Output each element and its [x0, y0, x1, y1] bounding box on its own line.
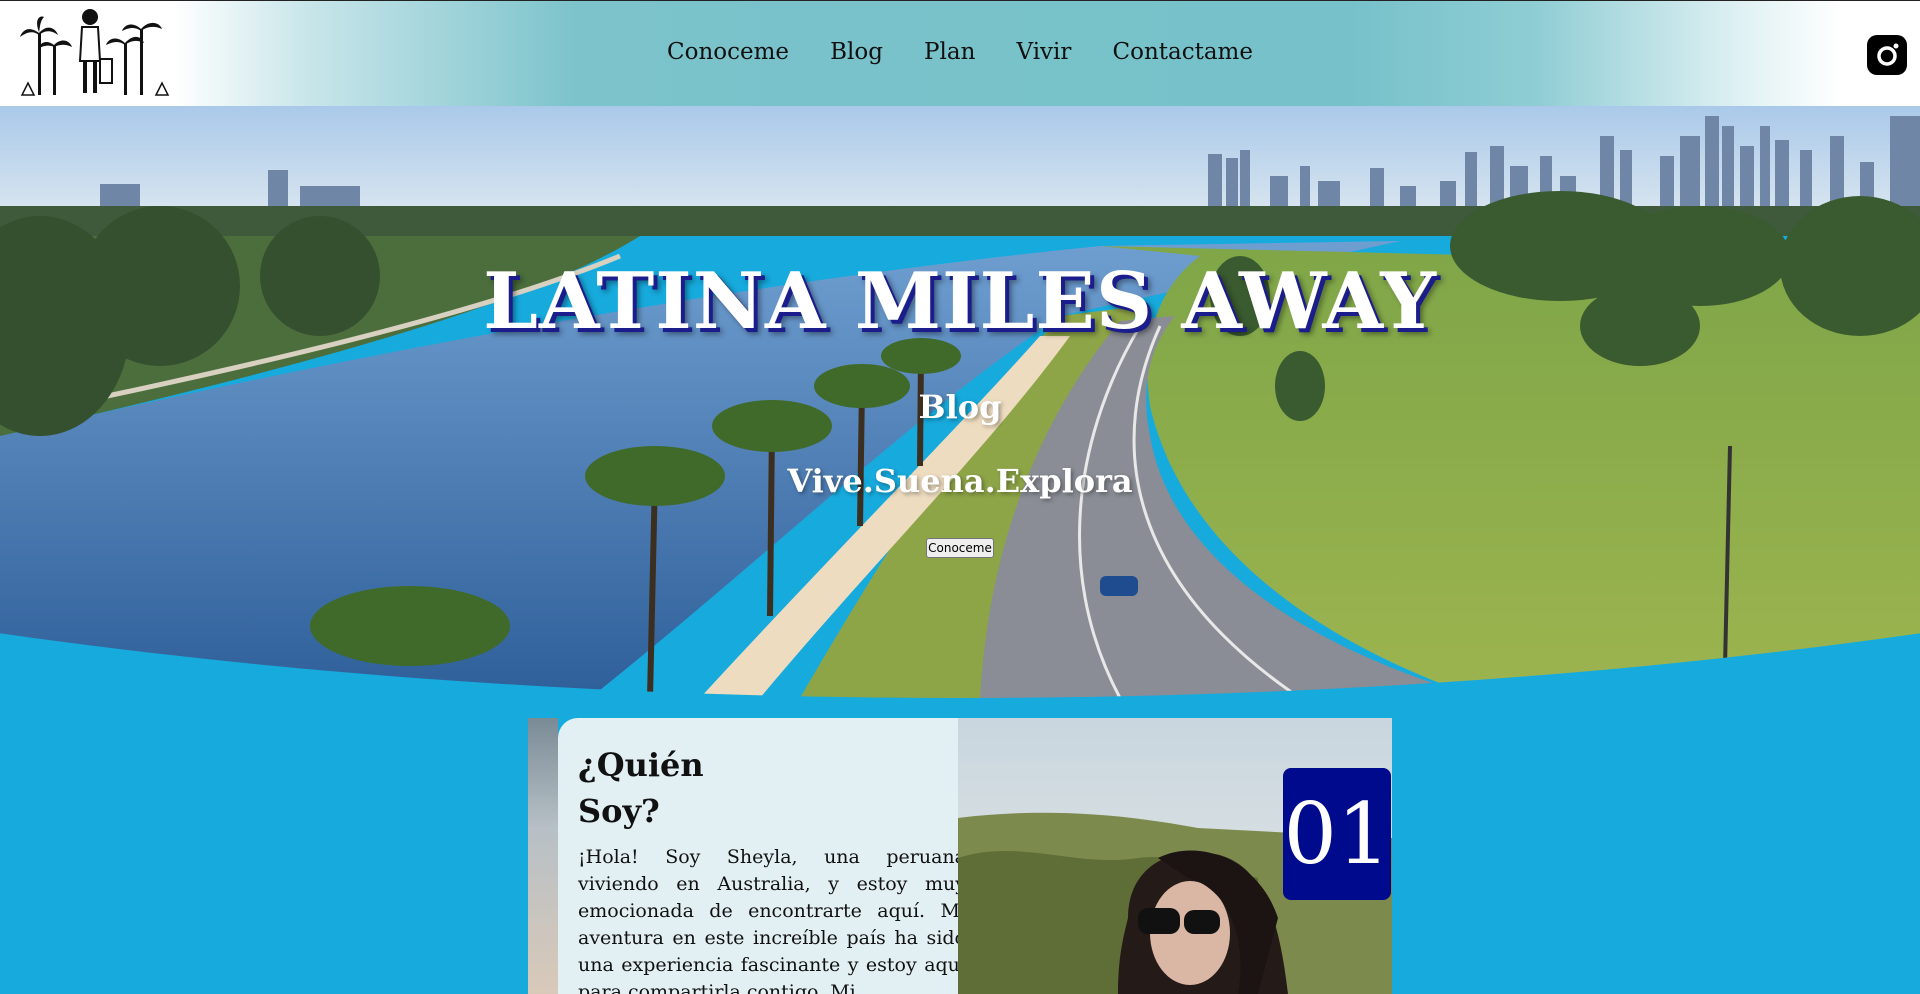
nav-conoceme[interactable]: Conoceme — [667, 39, 789, 65]
hero-banner: LATINA MILES AWAY Blog Vive.Suena.Explor… — [0, 106, 1920, 698]
nav-contactame[interactable]: Contactame — [1113, 39, 1253, 65]
site-header: Conoceme Blog Plan Vivir Contactame — [0, 0, 1920, 106]
nav-blog[interactable]: Blog — [830, 39, 883, 65]
main-nav: Conoceme Blog Plan Vivir Contactame — [0, 39, 1920, 65]
about-title: ¿Quién Soy? — [578, 746, 704, 830]
about-body: ¡Hola! Soy Sheyla, una peruana viviendo … — [578, 846, 966, 994]
about-photo-edge — [528, 718, 558, 994]
about-text-panel: ¿Quién Soy? ¡Hola! Soy Sheyla, una perua… — [558, 718, 986, 994]
hero-title: LATINA MILES AWAY — [483, 256, 1437, 347]
conoceme-button[interactable]: Conoceme — [926, 538, 994, 558]
nav-vivir[interactable]: Vivir — [1017, 39, 1072, 65]
about-card: ¿Quién Soy? ¡Hola! Soy Sheyla, una perua… — [528, 718, 1392, 994]
section-number-badge: 01 — [1283, 768, 1391, 900]
hero-tagline: Vive.Suena.Explora — [787, 462, 1133, 500]
hero-subtitle: Blog — [918, 388, 1002, 426]
instagram-icon[interactable] — [1867, 35, 1907, 75]
nav-plan[interactable]: Plan — [924, 39, 975, 65]
